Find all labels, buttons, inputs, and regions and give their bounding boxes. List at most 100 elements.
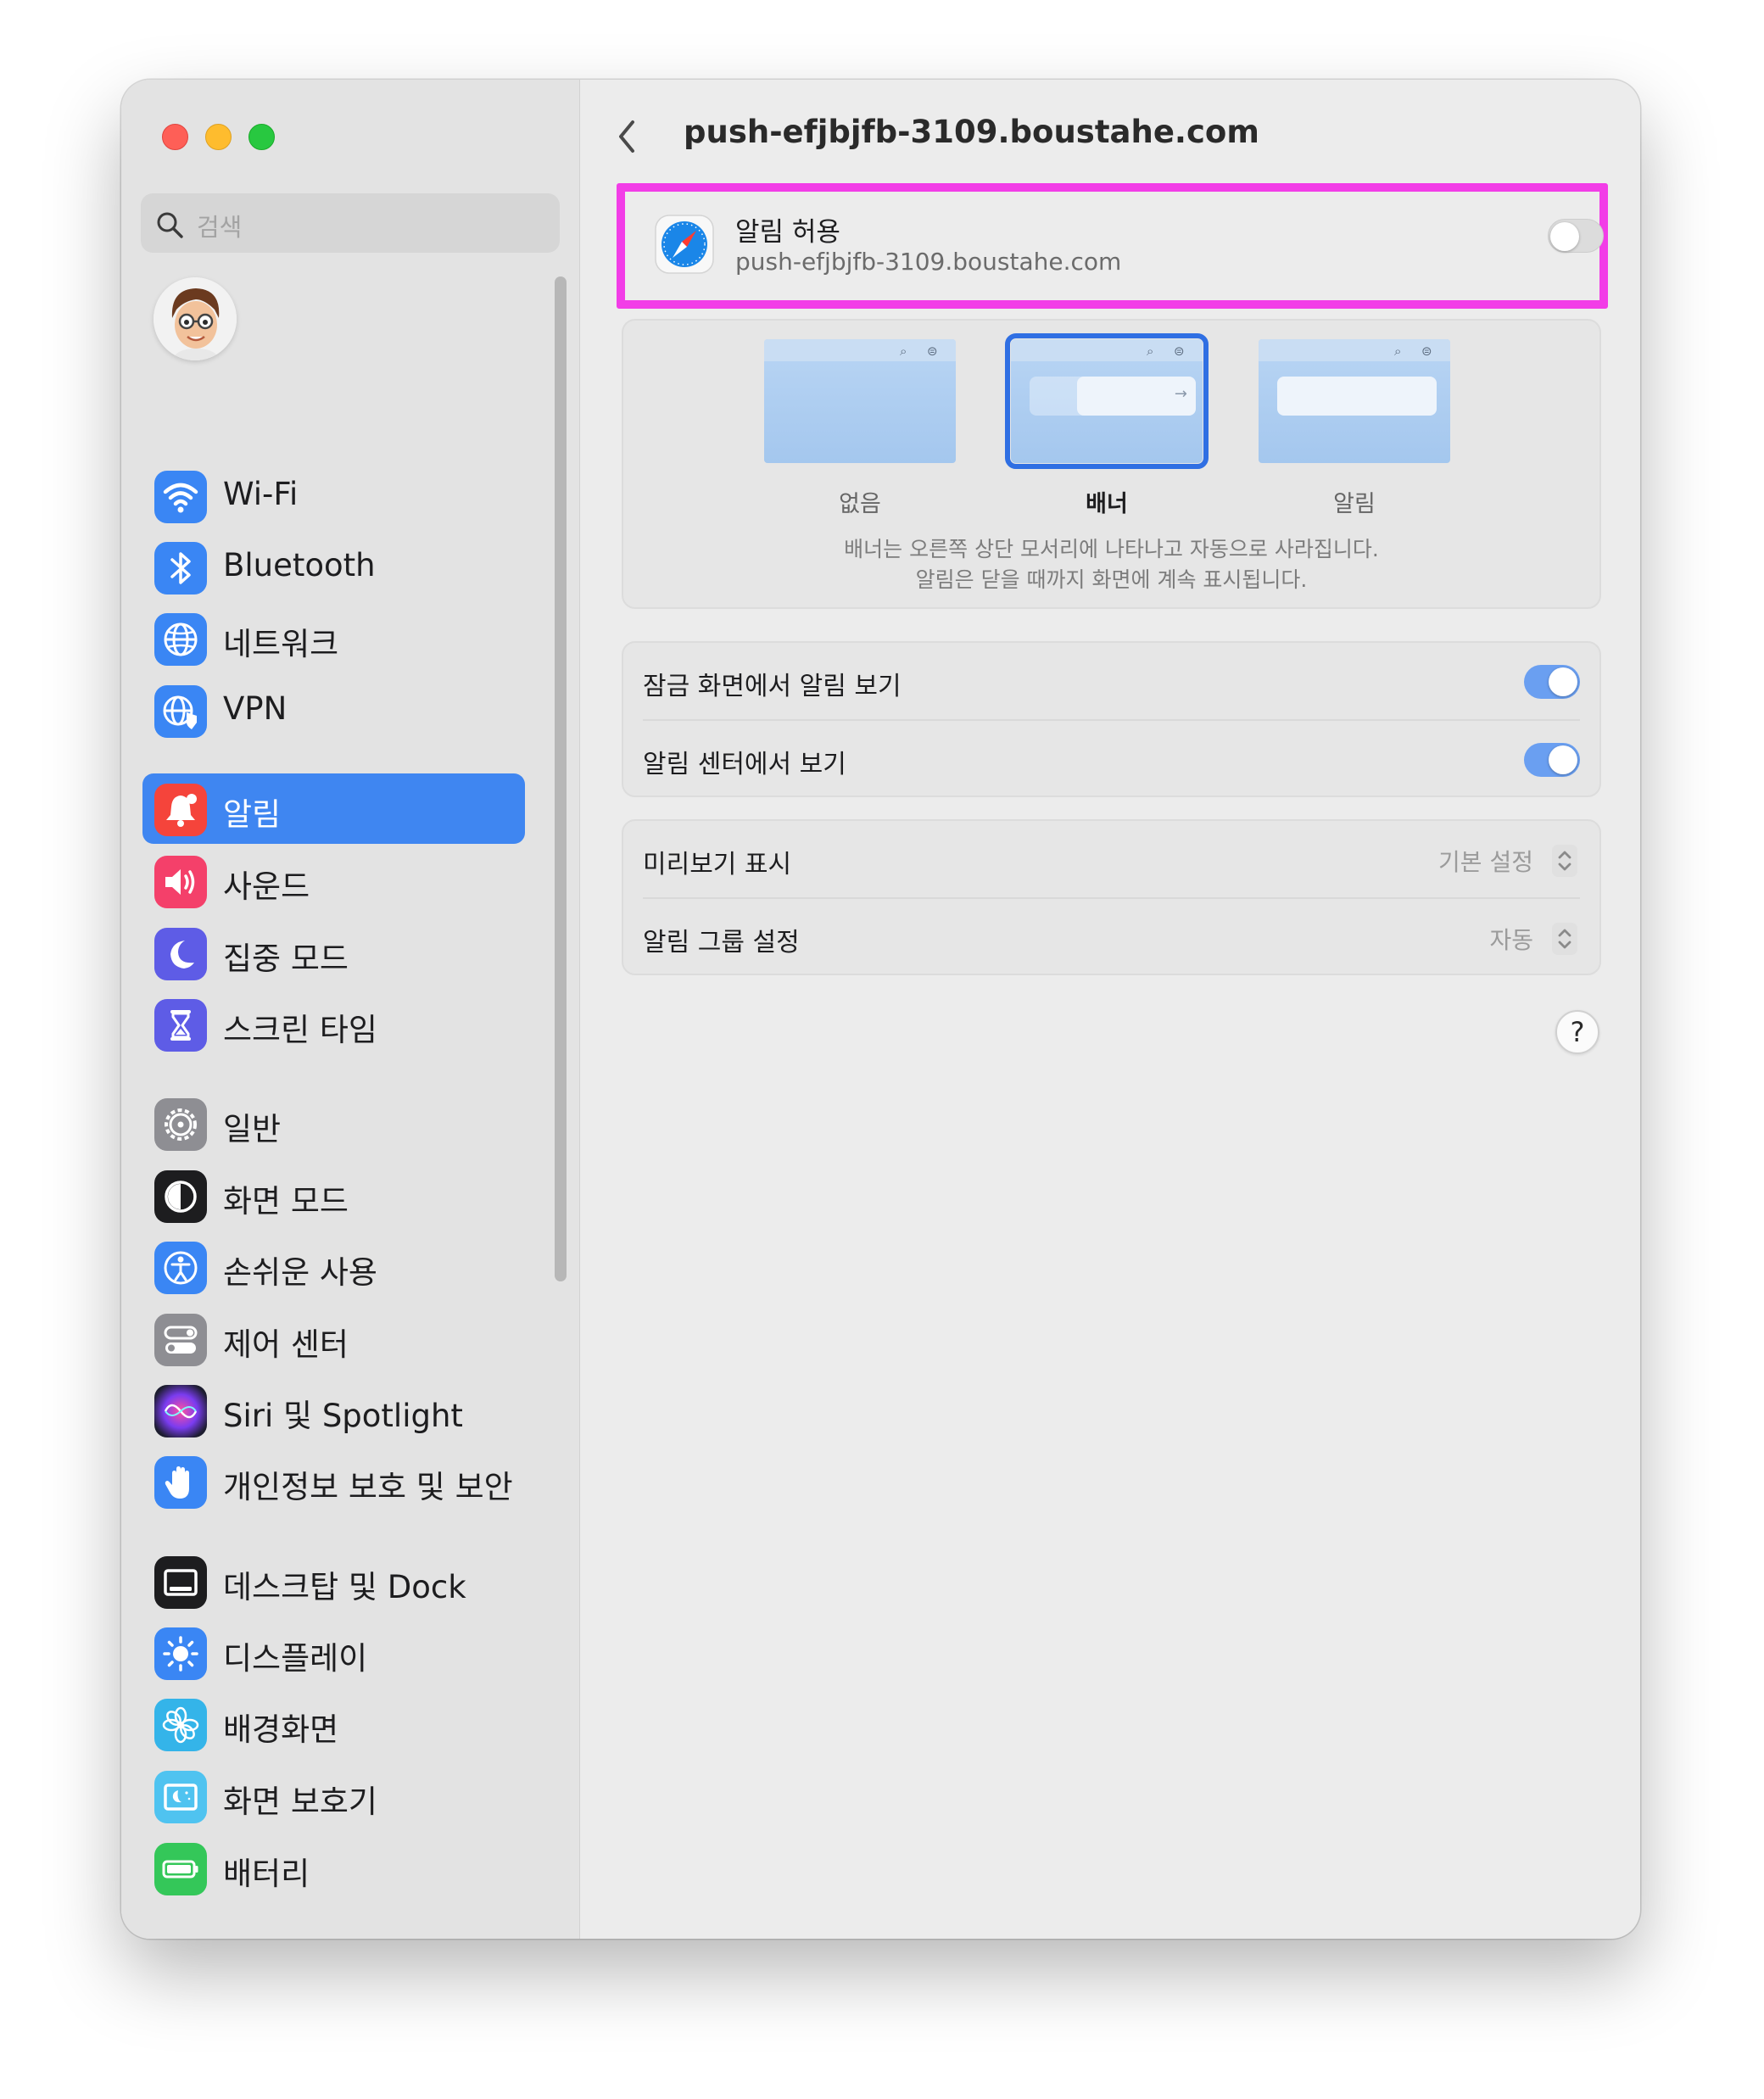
sidebar-item-wallpaper[interactable]: 배경화면 bbox=[142, 1689, 525, 1759]
main-pane: push-efjbjfb-3109.boustahe.com 알림 허용 pus… bbox=[580, 80, 1640, 1939]
sidebar-scrollbar[interactable] bbox=[555, 276, 567, 1281]
row-label: 알림 센터에서 보기 bbox=[643, 750, 846, 779]
settings-window: 검색 Wi-Fi Bluetooth 네트워크 VPN 알림 사운드 집중 모드… bbox=[121, 80, 1640, 1939]
allow-notifications-title: 알림 허용 bbox=[735, 217, 840, 248]
notification-center-toggle[interactable] bbox=[1524, 743, 1580, 777]
sidebar: 검색 Wi-Fi Bluetooth 네트워크 VPN 알림 사운드 집중 모드… bbox=[121, 80, 580, 1939]
vpn-icon bbox=[154, 685, 207, 738]
toggle-icon: ⊜ bbox=[1421, 343, 1432, 359]
lock-screen-toggle[interactable] bbox=[1524, 665, 1580, 699]
safari-compass-icon bbox=[655, 215, 714, 274]
toggle-icon: ⊜ bbox=[927, 343, 938, 359]
sidebar-item-label: 사운드 bbox=[223, 868, 310, 905]
sidebar-item-focus[interactable]: 집중 모드 bbox=[142, 918, 525, 988]
visibility-card: 잠금 화면에서 알림 보기 알림 센터에서 보기 bbox=[622, 641, 1601, 797]
sidebar-item-label: Bluetooth bbox=[223, 547, 376, 583]
toggle-knob bbox=[1549, 745, 1577, 774]
gear-icon bbox=[154, 1098, 207, 1151]
sidebar-item-privacy-security[interactable]: 개인정보 보호 및 보안 bbox=[142, 1446, 525, 1516]
search-field[interactable]: 검색 bbox=[141, 193, 560, 253]
stepper-chevrons-icon[interactable] bbox=[1552, 845, 1577, 877]
notification-grouping-value[interactable]: 자동 bbox=[1489, 922, 1533, 956]
back-chevron-icon[interactable] bbox=[614, 115, 639, 158]
sidebar-item-label: 배경화면 bbox=[223, 1711, 339, 1748]
control-center-icon bbox=[154, 1314, 207, 1366]
notification-grouping-row[interactable]: 알림 그룹 설정 자동 bbox=[623, 899, 1599, 977]
wifi-icon bbox=[154, 471, 207, 523]
sidebar-item-label: 네트워크 bbox=[223, 626, 339, 662]
dock-icon bbox=[154, 1556, 207, 1609]
sidebar-item-battery[interactable]: 배터리 bbox=[142, 1833, 525, 1903]
bluetooth-icon bbox=[154, 542, 207, 595]
search-placeholder: 검색 bbox=[197, 213, 243, 242]
sidebar-item-label: 배터리 bbox=[223, 1856, 310, 1892]
hand-icon bbox=[154, 1456, 207, 1509]
notification-center-row: 알림 센터에서 보기 bbox=[623, 721, 1599, 799]
zoom-window-button[interactable] bbox=[248, 124, 275, 150]
description-line: 알림은 닫을 때까지 화면에 계속 표시됩니다. bbox=[915, 567, 1308, 592]
search-icon: ⌕ bbox=[900, 343, 907, 359]
show-previews-row[interactable]: 미리보기 표시 기본 설정 bbox=[623, 821, 1599, 899]
show-previews-value[interactable]: 기본 설정 bbox=[1438, 844, 1533, 878]
toggle-icon: ⊜ bbox=[1174, 343, 1185, 359]
sidebar-item-label: 집중 모드 bbox=[223, 941, 349, 977]
sidebar-item-screen-time[interactable]: 스크린 타임 bbox=[142, 989, 525, 1059]
sidebar-item-vpn[interactable]: VPN bbox=[142, 675, 525, 745]
sidebar-item-label: 디스플레이 bbox=[223, 1640, 368, 1677]
row-label: 알림 그룹 설정 bbox=[643, 928, 800, 957]
battery-icon bbox=[154, 1843, 207, 1895]
appearance-icon bbox=[154, 1170, 207, 1223]
search-icon: ⌕ bbox=[1394, 343, 1402, 359]
sidebar-item-label: 손쉬운 사용 bbox=[223, 1254, 377, 1291]
style-preview-banner: ⌕ ⊜ → bbox=[1005, 333, 1209, 469]
sidebar-item-appearance[interactable]: 화면 모드 bbox=[142, 1160, 525, 1231]
alert-style-card: ⌕ ⊜ 없음 ⌕ ⊜ → 배너 ⌕ ⊜ 알림 배너는 오른쪽 상단 모서리에 나… bbox=[622, 319, 1601, 609]
sidebar-item-screen-saver[interactable]: 화면 보호기 bbox=[142, 1761, 525, 1831]
sidebar-item-general[interactable]: 일반 bbox=[142, 1088, 525, 1158]
description-line: 배너는 오른쪽 상단 모서리에 나타나고 자동으로 사라집니다. bbox=[844, 537, 1379, 561]
sidebar-item-accessibility[interactable]: 손쉬운 사용 bbox=[142, 1231, 525, 1302]
sidebar-item-notifications[interactable]: 알림 bbox=[142, 773, 525, 844]
toggle-knob bbox=[1549, 667, 1577, 696]
sidebar-item-label: 데스크탑 및 Dock bbox=[223, 1569, 466, 1605]
style-label: 없음 bbox=[839, 491, 881, 517]
accessibility-icon bbox=[154, 1242, 207, 1294]
options-card: 미리보기 표시 기본 설정 알림 그룹 설정 자동 bbox=[622, 819, 1601, 975]
bell-icon bbox=[154, 784, 207, 836]
sidebar-item-control-center[interactable]: 제어 센터 bbox=[142, 1304, 525, 1374]
search-icon: ⌕ bbox=[1147, 343, 1154, 359]
sidebar-item-label: 알림 bbox=[223, 796, 282, 833]
lock-screen-row: 잠금 화면에서 알림 보기 bbox=[623, 643, 1599, 721]
sidebar-item-label: 화면 모드 bbox=[223, 1183, 349, 1220]
sun-icon bbox=[154, 1627, 207, 1680]
style-label: 배너 bbox=[1086, 491, 1128, 517]
memoji-icon bbox=[154, 277, 237, 360]
help-button[interactable]: ? bbox=[1555, 1010, 1599, 1054]
sidebar-item-label: Siri 및 Spotlight bbox=[223, 1398, 463, 1434]
avatar[interactable] bbox=[154, 277, 237, 360]
sidebar-item-bluetooth[interactable]: Bluetooth bbox=[142, 532, 525, 602]
sidebar-item-label: 제어 센터 bbox=[223, 1326, 349, 1363]
sidebar-item-sound[interactable]: 사운드 bbox=[142, 846, 525, 916]
speaker-icon bbox=[154, 856, 207, 908]
sidebar-item-desktop-dock[interactable]: 데스크탑 및 Dock bbox=[142, 1546, 525, 1616]
arrow-right-icon: → bbox=[1174, 385, 1187, 403]
sidebar-item-label: 개인정보 보호 및 보안 bbox=[223, 1469, 513, 1505]
minimize-window-button[interactable] bbox=[205, 124, 232, 150]
allow-notifications-toggle[interactable] bbox=[1548, 219, 1604, 253]
sidebar-item-siri-spotlight[interactable]: Siri 및 Spotlight bbox=[142, 1375, 525, 1445]
row-label: 잠금 화면에서 알림 보기 bbox=[643, 672, 902, 701]
sidebar-item-wifi[interactable]: Wi-Fi bbox=[142, 461, 525, 531]
stepper-chevrons-icon[interactable] bbox=[1552, 923, 1577, 955]
sidebar-item-network[interactable]: 네트워크 bbox=[142, 603, 525, 673]
allow-notifications-row: 알림 허용 push-efjbjfb-3109.boustahe.com bbox=[625, 192, 1604, 300]
search-icon bbox=[157, 212, 183, 238]
style-preview-none: ⌕ ⊜ bbox=[764, 339, 956, 463]
sidebar-item-displays[interactable]: 디스플레이 bbox=[142, 1617, 525, 1688]
close-window-button[interactable] bbox=[162, 124, 188, 150]
hourglass-icon bbox=[154, 999, 207, 1052]
globe-icon bbox=[154, 613, 207, 666]
allow-notifications-subtitle: push-efjbjfb-3109.boustahe.com bbox=[735, 248, 1122, 276]
flower-icon bbox=[154, 1699, 207, 1751]
page-title: push-efjbjfb-3109.boustahe.com bbox=[684, 114, 1259, 150]
